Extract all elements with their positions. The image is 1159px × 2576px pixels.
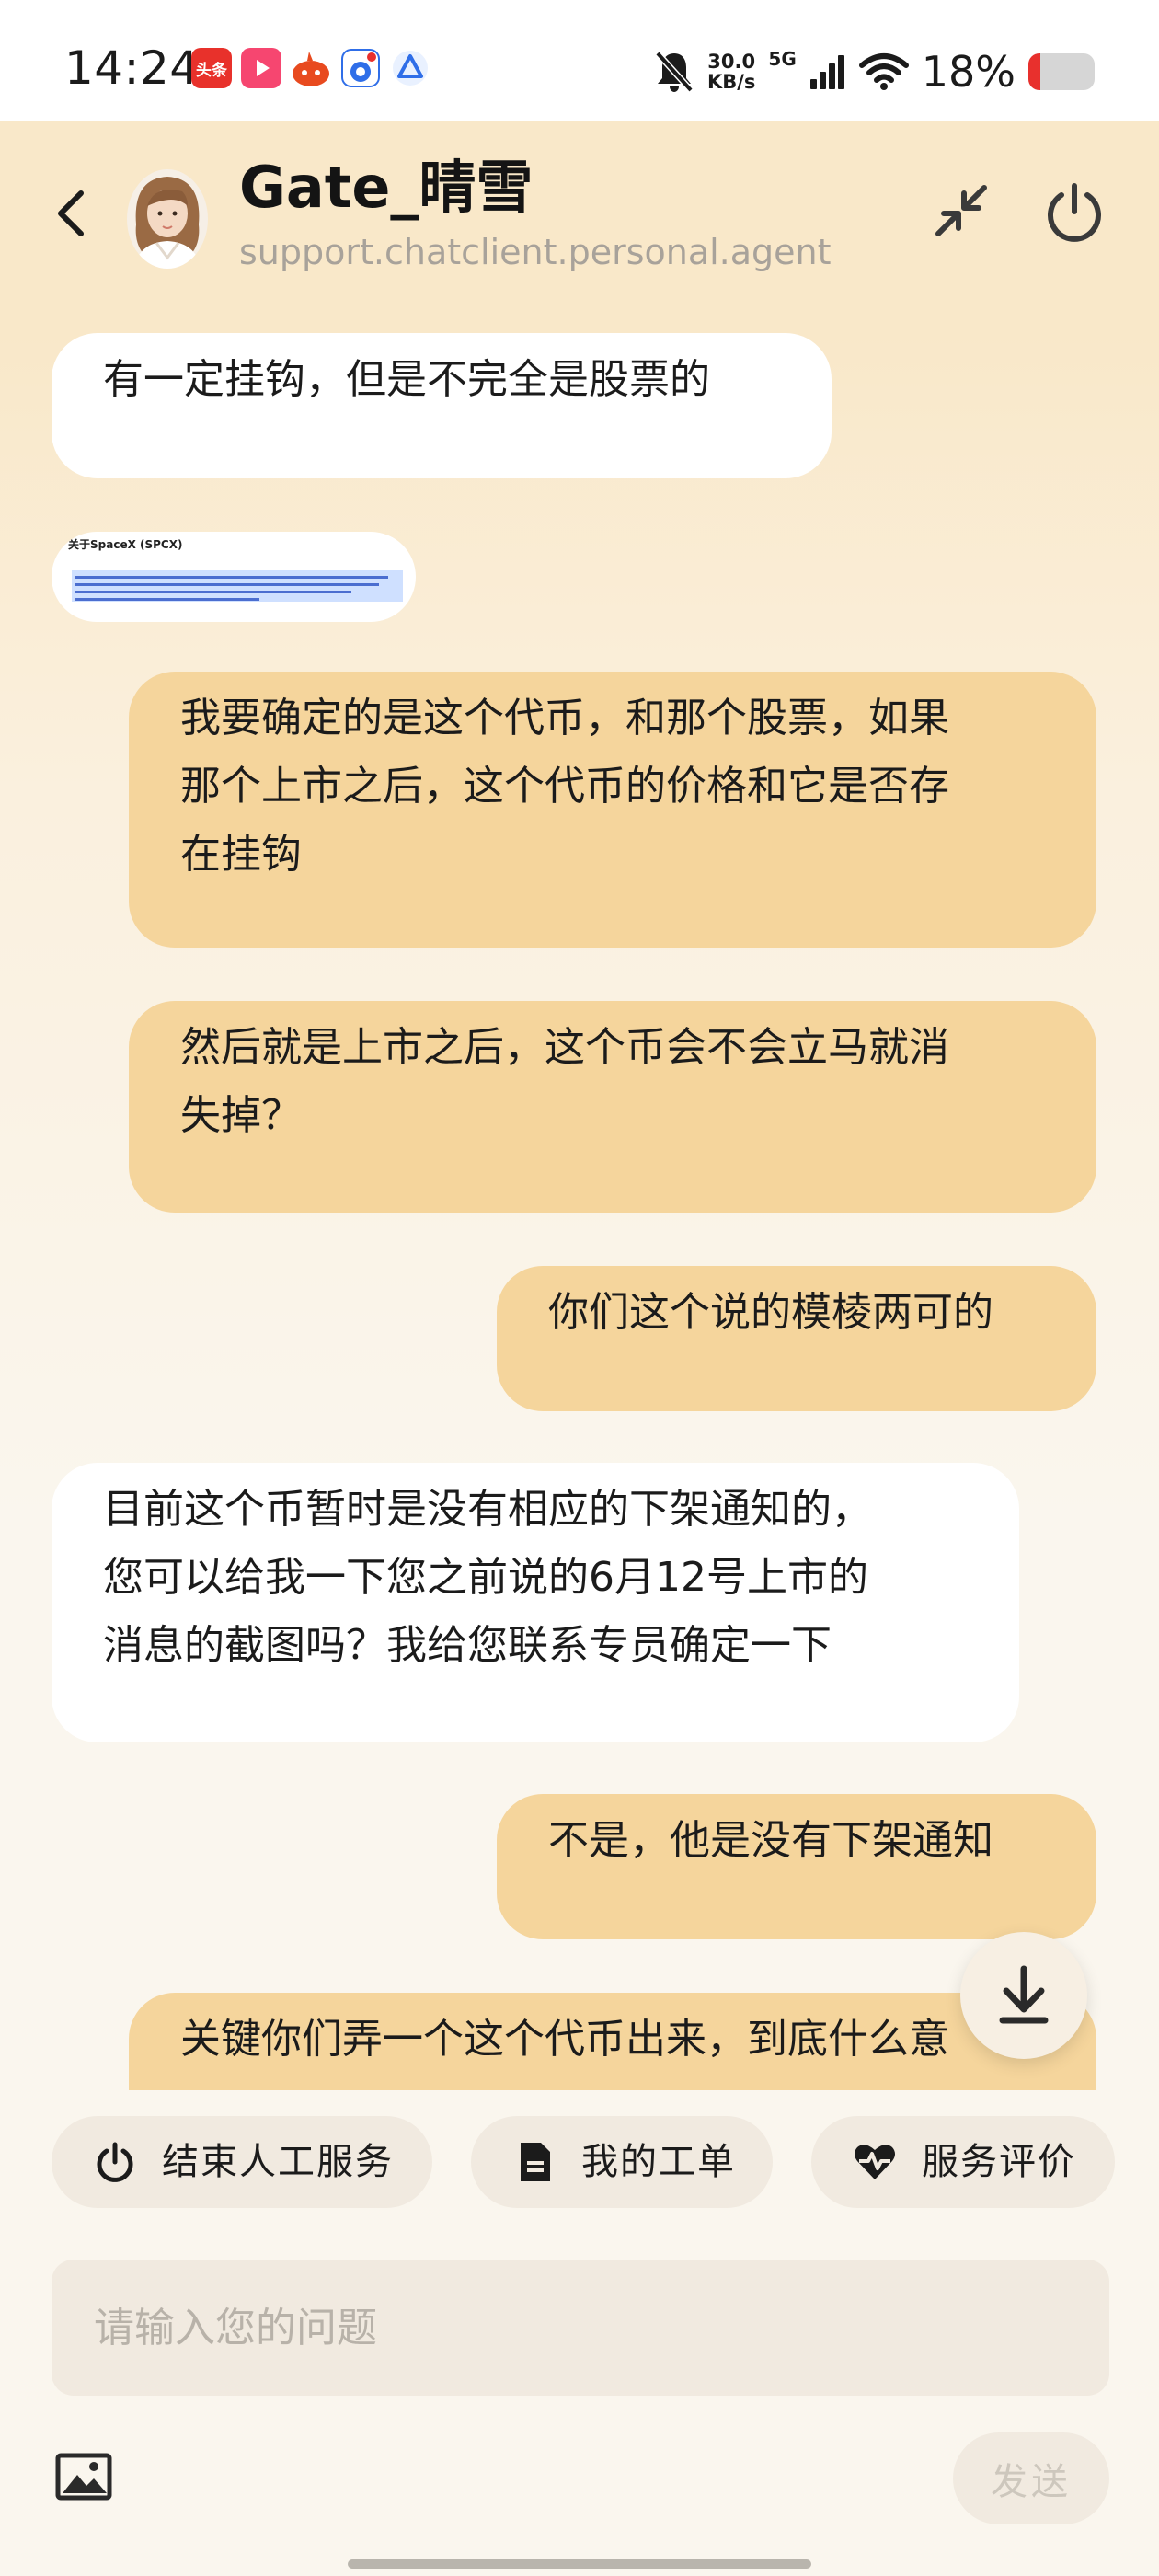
triangle-app-icon [390,48,430,88]
power-icon[interactable] [1041,178,1107,245]
network-speed-value: 30.0 [707,51,756,73]
network-speed-unit: KB/s [706,71,756,93]
message-incoming: 有一定挂钩，但是不完全是股票的 [52,333,832,478]
scroll-to-bottom-button[interactable] [960,1932,1087,2059]
image-upload-icon[interactable] [55,2453,112,2501]
rate-service-button[interactable]: 服务评价 [811,2116,1115,2208]
baidu-icon [340,48,381,88]
message-image-line [75,583,379,586]
home-indicator[interactable] [348,2559,811,2569]
status-bar: 14:24 头条 30.0 KB/s 5G 18% [0,0,1159,121]
message-outgoing: 你们这个说的模棱两可的 [497,1266,1096,1411]
network-speed: 30.0 KB/s [707,52,755,92]
heart-icon [855,2145,895,2179]
message-outgoing: 不是，他是没有下架通知 [497,1794,1096,1939]
battery-percent: 18% [921,47,1016,97]
network-type: 5G [768,48,797,70]
agent-name: Gate_晴雪 [239,154,534,221]
wifi-icon [858,53,909,90]
send-button[interactable]: 发送 [953,2432,1109,2524]
agent-id: support.chatclient.personal.agent [239,232,832,272]
signal-icon [809,55,844,89]
download-icon [999,1965,1049,2024]
message-image-line [75,598,259,601]
minimize-icon[interactable] [929,178,993,243]
chat-messages[interactable]: 有一定挂钩，但是不完全是股票的 关于SpaceX (SPCX) 我要确定的是这个… [0,333,1159,2090]
message-outgoing: 然后就是上市之后，这个币会不会立马就消 失掉？ [129,1001,1096,1213]
message-image[interactable]: 关于SpaceX (SPCX) [52,532,416,622]
bell-muted-icon [655,51,694,93]
back-arrow-icon[interactable] [50,186,90,241]
message-incoming: 目前这个币暂时是没有相应的下架通知的， 您可以给我一下您之前说的6月12号上市的… [52,1463,1019,1742]
status-right-cluster: 30.0 KB/s 5G 18% [654,46,1095,98]
document-icon [521,2143,550,2181]
power-icon [97,2142,133,2182]
notification-app-icons: 头条 [191,48,430,88]
message-input[interactable] [52,2260,1109,2396]
quick-actions: 结束人工服务 我的工单 服务评价 [0,2090,1159,2260]
rate-service-label: 服务评价 [922,2141,1076,2183]
message-image-line [75,576,388,579]
fire-app-icon [291,48,331,88]
end-service-button[interactable]: 结束人工服务 [52,2116,432,2208]
my-tickets-label: 我的工单 [581,2141,736,2183]
message-outgoing: 我要确定的是这个代币，和那个股票，如果 那个上市之后，这个代币的价格和它是否存 … [129,672,1096,948]
message-image-line [75,591,351,593]
agent-avatar [127,169,208,269]
end-service-label: 结束人工服务 [162,2141,394,2183]
my-tickets-button[interactable]: 我的工单 [471,2116,773,2208]
chat-header: Gate_晴雪 support.chatclient.personal.agen… [0,121,1159,333]
toutiao-icon: 头条 [191,48,232,88]
battery-fill [1028,53,1040,90]
message-outgoing: 关键你们弄一个这个代币出来，到底什么意 [129,1993,1096,2090]
video-app-icon [241,48,281,88]
battery-icon [1028,53,1095,90]
message-image-title: 关于SpaceX (SPCX) [68,538,183,551]
status-time: 14:24 [64,41,200,95]
